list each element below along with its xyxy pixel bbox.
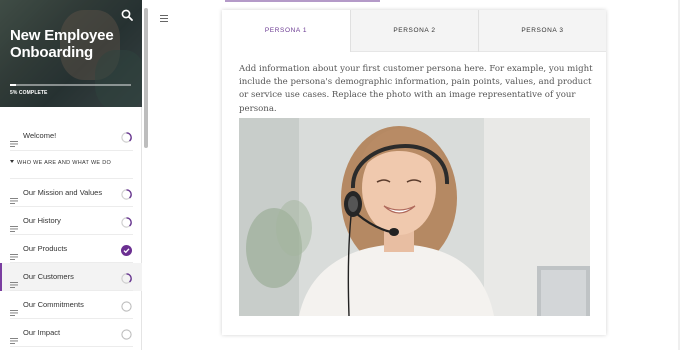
active-indicator (0, 263, 2, 291)
sidebar-item-our-impact[interactable]: Our Impact (0, 319, 142, 347)
course-progress-bar (10, 84, 131, 86)
lesson-lines-icon (10, 303, 18, 316)
sidebar-item-label: Our History (23, 216, 61, 225)
persona-photo (239, 118, 590, 316)
lesson-lines-icon (10, 331, 18, 344)
persona-tabs-block: PERSONA 1 PERSONA 2 PERSONA 3 Add inform… (222, 10, 606, 335)
sidebar-item-label: Our Impact (23, 328, 61, 337)
not-started-circle-icon (121, 299, 132, 312)
sidebar-item-label: Welcome! (23, 131, 57, 140)
hamburger-menu-icon[interactable] (160, 9, 168, 22)
lesson-lines-icon (10, 134, 18, 147)
lesson-lines-icon (10, 191, 18, 204)
course-progress-text: 5% COMPLETE (10, 90, 48, 96)
lesson-lines-icon (10, 219, 18, 232)
course-header-image: New Employee Onboarding 5% COMPLETE (0, 0, 142, 107)
sidebar-scrollbar[interactable] (144, 8, 148, 148)
section-header-label: WHO WE ARE AND WHAT WE DO (17, 160, 112, 166)
sidebar-item-welcome[interactable]: Welcome! (0, 122, 142, 150)
caret-down-icon (10, 160, 14, 163)
lesson-lines-icon (10, 247, 18, 260)
in-progress-circle-icon (121, 215, 132, 228)
lesson-lines-icon (10, 275, 18, 288)
course-title: New Employee Onboarding (10, 27, 114, 61)
tab-bar: PERSONA 1 PERSONA 2 PERSONA 3 (222, 10, 606, 53)
sidebar-item-label: Our Mission and Values (23, 188, 103, 197)
tab-persona-2[interactable]: PERSONA 2 (350, 10, 478, 52)
course-progress-fill (10, 84, 17, 86)
search-icon[interactable] (121, 8, 133, 21)
sidebar-item-our-customers[interactable]: Our Customers (0, 263, 142, 291)
sidebar-item-our-products[interactable]: Our Products (0, 235, 142, 263)
sidebar-item-label: Our Customers (23, 272, 74, 281)
not-started-circle-icon (121, 327, 132, 340)
lesson-progress-accent (225, 0, 380, 2)
tab-persona-3[interactable]: PERSONA 3 (478, 10, 606, 52)
divider (10, 178, 133, 179)
in-progress-circle-icon (121, 187, 132, 200)
persona-description: Add information about your first custome… (239, 64, 593, 114)
tab-persona-1[interactable]: PERSONA 1 (222, 10, 350, 53)
divider (10, 150, 133, 151)
complete-check-icon (121, 243, 132, 256)
sidebar-item-our-mission-and-values[interactable]: Our Mission and Values (0, 179, 142, 207)
in-progress-circle-icon (121, 130, 132, 143)
in-progress-circle-icon (121, 271, 132, 284)
sidebar-item-our-history[interactable]: Our History (0, 207, 142, 235)
sidebar-item-our-commitments[interactable]: Our Commitments (0, 291, 142, 319)
sidebar-item-label: Our Products (23, 244, 68, 253)
course-sidebar: New Employee Onboarding 5% COMPLETE Welc… (0, 0, 142, 350)
divider (10, 346, 133, 347)
section-header[interactable]: WHO WE ARE AND WHAT WE DO (10, 160, 111, 166)
sidebar-item-label: Our Commitments (23, 300, 84, 309)
